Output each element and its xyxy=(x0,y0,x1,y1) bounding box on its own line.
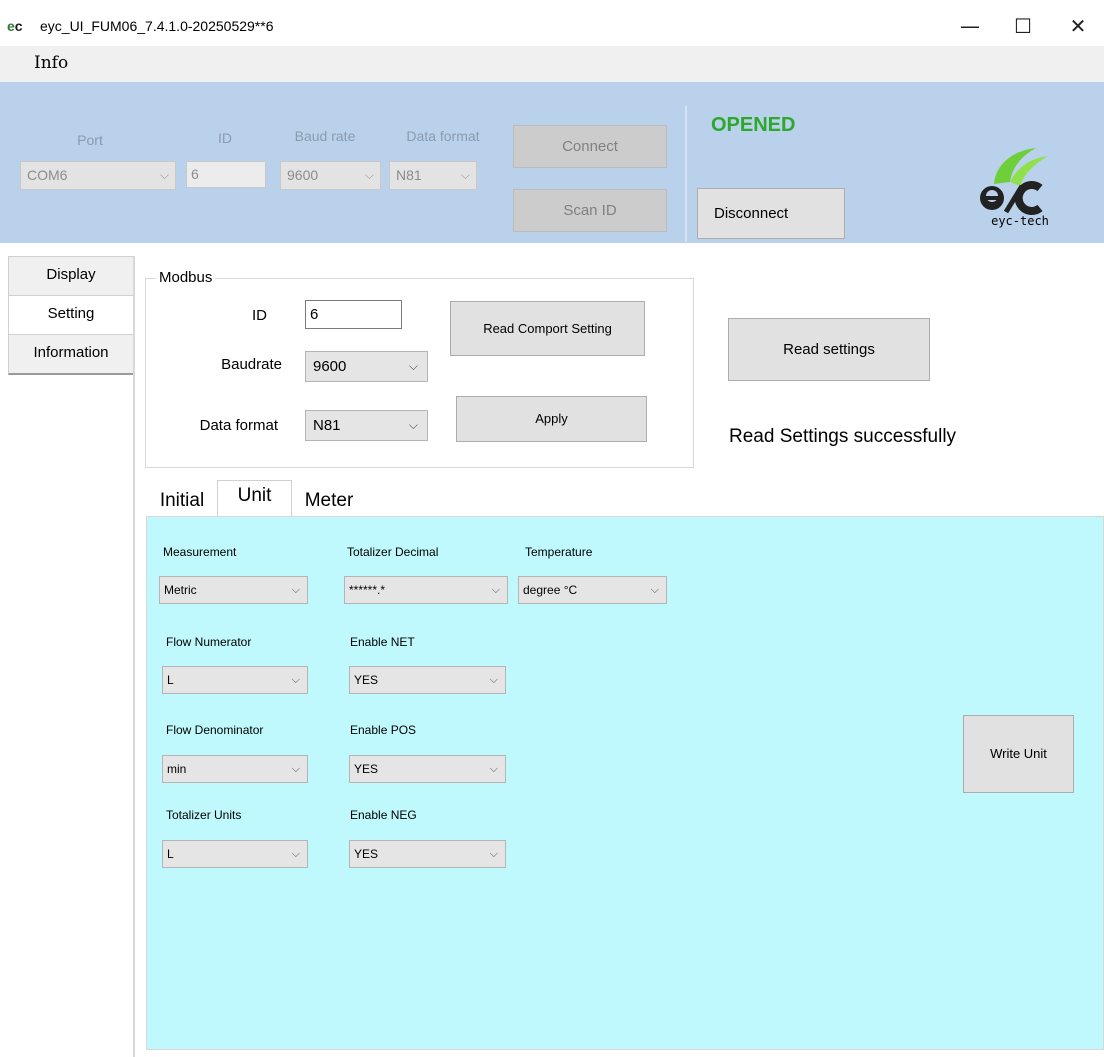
chevron-down-icon: ⌵ xyxy=(408,359,418,373)
totalizer-units-value: L xyxy=(167,847,174,861)
apply-button[interactable]: Apply xyxy=(456,396,647,442)
close-button[interactable]: ✕ xyxy=(1058,12,1098,40)
modbus-baudrate-value: 9600 xyxy=(313,358,347,375)
status-message: Read Settings successfully xyxy=(729,426,957,447)
id-input[interactable]: 6 xyxy=(186,161,266,188)
data-format-label: Data format xyxy=(406,128,480,144)
tab-meter[interactable]: Meter xyxy=(293,485,365,517)
flow-denominator-label: Flow Denominator xyxy=(166,723,264,737)
chevron-down-icon: ⌵ xyxy=(291,674,300,686)
temperature-select[interactable]: degree °C ⌵ xyxy=(518,576,667,604)
baud-rate-label: Baud rate xyxy=(294,128,356,144)
modbus-baudrate-select[interactable]: 9600 ⌵ xyxy=(305,351,428,382)
logo-text: eyc-tech xyxy=(991,214,1049,228)
modbus-id-input[interactable]: 6 xyxy=(305,300,402,329)
chevron-down-icon: ⌵ xyxy=(460,168,470,182)
data-format-value: N81 xyxy=(396,167,422,183)
read-settings-button[interactable]: Read settings xyxy=(728,318,930,381)
chevron-down-icon: ⌵ xyxy=(650,584,659,596)
app-logo-icon: ec xyxy=(7,18,23,34)
tab-initial[interactable]: Initial xyxy=(148,485,216,517)
eyc-tech-logo: eyc-tech xyxy=(966,142,1066,232)
minimize-button[interactable]: — xyxy=(950,12,990,40)
flow-denominator-select[interactable]: min ⌵ xyxy=(162,755,308,783)
enable-pos-label: Enable POS xyxy=(350,723,417,737)
window-title: eyc_UI_FUM06_7.4.1.0-20250529**6 xyxy=(40,18,274,34)
chevron-down-icon: ⌵ xyxy=(491,584,500,596)
write-unit-button[interactable]: Write Unit xyxy=(963,715,1074,793)
enable-neg-select[interactable]: YES ⌵ xyxy=(349,840,506,868)
temperature-value: degree °C xyxy=(523,583,578,597)
enable-net-label: Enable NET xyxy=(350,635,415,649)
totalizer-units-select[interactable]: L ⌵ xyxy=(162,840,308,868)
flow-denominator-value: min xyxy=(167,762,187,776)
enable-pos-select[interactable]: YES ⌵ xyxy=(349,755,506,783)
id-label: ID xyxy=(218,130,232,146)
chevron-down-icon: ⌵ xyxy=(291,584,300,596)
connect-button[interactable]: Connect xyxy=(513,125,667,168)
data-format-select[interactable]: N81 ⌵ xyxy=(389,161,477,190)
enable-neg-value: YES xyxy=(354,847,379,861)
port-value: COM6 xyxy=(27,167,68,183)
title-bar: ec eyc_UI_FUM06_7.4.1.0-20250529**6 — ☐ … xyxy=(0,0,1104,46)
modbus-baudrate-label: Baudrate xyxy=(221,356,282,373)
enable-neg-label: Enable NEG xyxy=(350,808,417,822)
side-tab-bar: Display Setting Information xyxy=(8,255,134,1057)
menu-item-info[interactable]: Info xyxy=(34,53,68,73)
totalizer-decimal-select[interactable]: ******.* ⌵ xyxy=(344,576,508,604)
scan-id-button[interactable]: Scan ID xyxy=(513,189,667,232)
side-divider xyxy=(133,256,135,1057)
connection-status: OPENED xyxy=(711,114,796,136)
port-select[interactable]: COM6 ⌵ xyxy=(20,161,176,190)
maximize-button[interactable]: ☐ xyxy=(1003,12,1043,40)
modbus-group-title: Modbus xyxy=(156,269,216,286)
chevron-down-icon: ⌵ xyxy=(408,418,418,432)
baud-rate-select[interactable]: 9600 ⌵ xyxy=(280,161,381,190)
modbus-data-format-value: N81 xyxy=(313,417,341,434)
modbus-data-format-select[interactable]: N81 ⌵ xyxy=(305,410,428,441)
side-tab-setting[interactable]: Setting xyxy=(8,295,134,335)
chevron-down-icon: ⌵ xyxy=(489,848,498,860)
chevron-down-icon: ⌵ xyxy=(364,168,374,182)
enable-pos-value: YES xyxy=(354,762,379,776)
menu-bar: Info xyxy=(0,46,1104,82)
chevron-down-icon: ⌵ xyxy=(489,674,498,686)
temperature-label: Temperature xyxy=(525,545,593,559)
enable-net-select[interactable]: YES ⌵ xyxy=(349,666,506,694)
chevron-down-icon: ⌵ xyxy=(291,848,300,860)
panel-divider xyxy=(685,106,687,242)
totalizer-decimal-value: ******.* xyxy=(349,583,386,597)
modbus-data-format-label: Data format xyxy=(199,417,278,434)
side-tab-display[interactable]: Display xyxy=(8,256,134,296)
flow-numerator-label: Flow Numerator xyxy=(166,635,252,649)
flow-numerator-value: L xyxy=(167,673,174,687)
disconnect-button[interactable]: Disconnect xyxy=(697,188,845,239)
modbus-id-label: ID xyxy=(252,307,267,324)
connection-panel: Port ID Baud rate Data format COM6 ⌵ 6 9… xyxy=(0,82,1104,243)
chevron-down-icon: ⌵ xyxy=(159,168,169,182)
measurement-value: Metric xyxy=(164,583,197,597)
totalizer-units-label: Totalizer Units xyxy=(166,808,242,822)
baud-rate-value: 9600 xyxy=(287,167,319,183)
side-tab-information[interactable]: Information xyxy=(8,334,134,375)
totalizer-decimal-label: Totalizer Decimal xyxy=(347,545,439,559)
port-label: Port xyxy=(77,132,103,148)
chevron-down-icon: ⌵ xyxy=(489,763,498,775)
tab-unit[interactable]: Unit xyxy=(217,480,292,518)
enable-net-value: YES xyxy=(354,673,379,687)
measurement-label: Measurement xyxy=(163,545,237,559)
read-comport-setting-button[interactable]: Read Comport Setting xyxy=(450,301,645,356)
chevron-down-icon: ⌵ xyxy=(291,763,300,775)
measurement-select[interactable]: Metric ⌵ xyxy=(159,576,308,604)
flow-numerator-select[interactable]: L ⌵ xyxy=(162,666,308,694)
